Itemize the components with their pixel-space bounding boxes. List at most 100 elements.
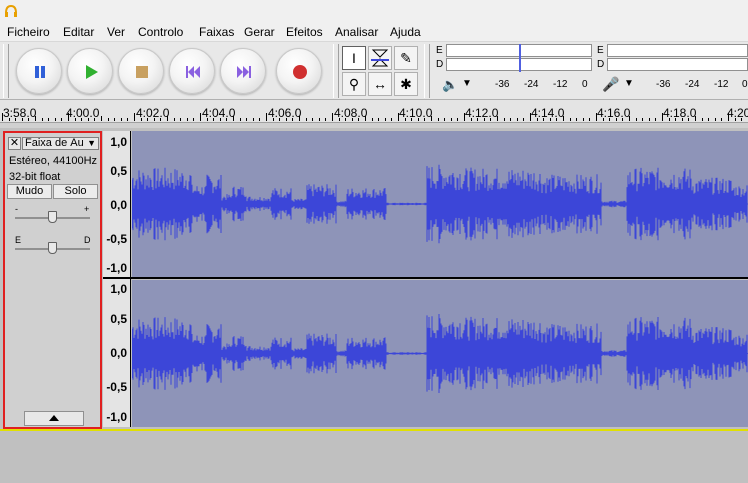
ruler-tick <box>483 118 485 121</box>
ruler-tick <box>15 118 17 121</box>
ruler-tick <box>272 118 274 121</box>
skip-end-icon <box>237 66 251 78</box>
record-icon <box>293 65 307 79</box>
skip-to-end-button[interactable] <box>220 48 266 94</box>
ruler-tick <box>635 118 637 121</box>
ruler-tick <box>582 118 584 121</box>
ruler-tick <box>417 118 419 121</box>
microphone-icon[interactable]: 🎤 <box>602 76 619 93</box>
skip-to-start-button[interactable] <box>169 48 215 94</box>
ruler-tick <box>734 118 736 121</box>
solo-button[interactable]: Solo <box>53 184 98 199</box>
ruler-tick <box>206 118 208 121</box>
record-tick: -24 <box>685 79 700 90</box>
gain-plus-label: + <box>84 204 90 214</box>
playback-dropdown-icon[interactable]: ▼ <box>462 78 472 89</box>
envelope-tool[interactable] <box>368 46 392 70</box>
waveform-left-channel[interactable] <box>131 131 748 277</box>
gain-slider[interactable] <box>48 211 57 223</box>
ruler-tick <box>200 113 201 121</box>
ruler-tick <box>41 118 43 121</box>
ruler-tick <box>259 118 261 121</box>
ruler-tick <box>728 113 729 121</box>
menu-editar[interactable]: Editar <box>63 25 94 39</box>
track-control-panel[interactable]: ✕ Faixa de Áu ▼ Estéreo, 44100Hz 32-bit … <box>3 131 102 429</box>
amplitude-ruler-top: 1,0 0,5 0,0 -0,5 -1,0 <box>103 131 131 277</box>
menu-ficheiro[interactable]: Ficheiro <box>7 25 50 39</box>
ruler-tick <box>708 118 710 121</box>
ruler-tick <box>516 118 518 121</box>
amp-label: 0,5 <box>110 312 127 326</box>
ruler-tick <box>741 118 743 121</box>
pan-slider[interactable] <box>48 242 57 254</box>
time-shift-tool[interactable]: ↔ <box>368 72 392 96</box>
ruler-tick <box>556 118 558 121</box>
ruler-tick <box>549 118 551 121</box>
channel-separator <box>103 277 748 279</box>
stop-button[interactable] <box>118 48 164 94</box>
ruler-tick <box>332 113 333 121</box>
ruler-tick <box>8 118 10 121</box>
menu-efeitos[interactable]: Efeitos <box>286 25 323 39</box>
ruler-tick <box>398 113 399 121</box>
ruler-tick <box>543 118 545 121</box>
record-button[interactable] <box>276 48 322 94</box>
toolbar-grip[interactable] <box>3 44 9 98</box>
ruler-tick <box>173 118 175 121</box>
ruler-tick <box>714 118 716 121</box>
ruler-tick <box>266 113 267 121</box>
ruler-tick <box>622 118 624 121</box>
playback-meter-marker <box>519 44 521 72</box>
ruler-tick <box>510 118 512 121</box>
ruler-tick <box>292 118 294 121</box>
multi-tool[interactable]: ✱ <box>394 72 418 96</box>
ruler-tick <box>464 113 465 121</box>
ruler-tick <box>134 113 135 121</box>
ruler-tick <box>444 118 446 121</box>
timeline-ruler[interactable]: 3:58.0 4:00.0 4:02.0 4:04.0 4:06.0 4:08.… <box>0 100 748 128</box>
ruler-tick <box>74 118 76 121</box>
menu-controlo[interactable]: Controlo <box>138 25 183 39</box>
draw-tool[interactable]: ✎ <box>394 46 418 70</box>
ruler-tick <box>180 118 182 121</box>
collapse-track-button[interactable] <box>24 411 84 426</box>
ruler-tick <box>668 118 670 121</box>
ruler-tick <box>193 118 195 121</box>
ruler-tick <box>648 118 650 121</box>
ruler-tick <box>147 118 149 121</box>
ruler-tick <box>127 118 129 121</box>
meter-grip[interactable] <box>424 44 430 98</box>
menu-faixas[interactable]: Faixas <box>199 25 234 39</box>
menu-ajuda[interactable]: Ajuda <box>390 25 421 39</box>
magnifier-icon: ⚲ <box>348 76 360 92</box>
playback-tick: -24 <box>524 79 539 90</box>
ruler-tick <box>246 118 248 121</box>
ruler-tick <box>655 118 657 121</box>
zoom-tool[interactable]: ⚲ <box>342 72 366 96</box>
ibeam-icon: I <box>352 50 356 66</box>
close-track-button[interactable]: ✕ <box>8 137 21 150</box>
ruler-tick <box>219 118 221 121</box>
ruler-tick <box>167 116 168 121</box>
selection-tool[interactable]: I <box>342 46 366 70</box>
menu-analisar[interactable]: Analisar <box>335 25 378 39</box>
ruler-tick <box>186 118 188 121</box>
mute-button[interactable]: Mudo <box>7 184 52 199</box>
playback-meter-right-label: D <box>436 59 444 70</box>
ruler-tick <box>312 118 314 121</box>
toolbar: I ✎ ⚲ ↔ ✱ E D 🔈 ▼ -36 -24 -12 0 E D 🎤 ▼ … <box>0 42 748 100</box>
waveform-right-channel[interactable] <box>131 280 748 427</box>
envelope-icon <box>371 49 389 67</box>
pause-button[interactable] <box>16 48 62 94</box>
menu-ver[interactable]: Ver <box>107 25 125 39</box>
play-button[interactable] <box>67 48 113 94</box>
ruler-tick <box>285 118 287 121</box>
ruler-tick <box>252 118 254 121</box>
ruler-tick <box>404 118 406 121</box>
tools-grip[interactable] <box>333 44 339 98</box>
menu-gerar[interactable]: Gerar <box>244 25 275 39</box>
speaker-icon[interactable]: 🔈 <box>442 77 458 93</box>
record-dropdown-icon[interactable]: ▼ <box>624 78 634 89</box>
ruler-tick <box>371 118 373 121</box>
track-name-menu[interactable]: Faixa de Áu ▼ <box>22 137 99 150</box>
